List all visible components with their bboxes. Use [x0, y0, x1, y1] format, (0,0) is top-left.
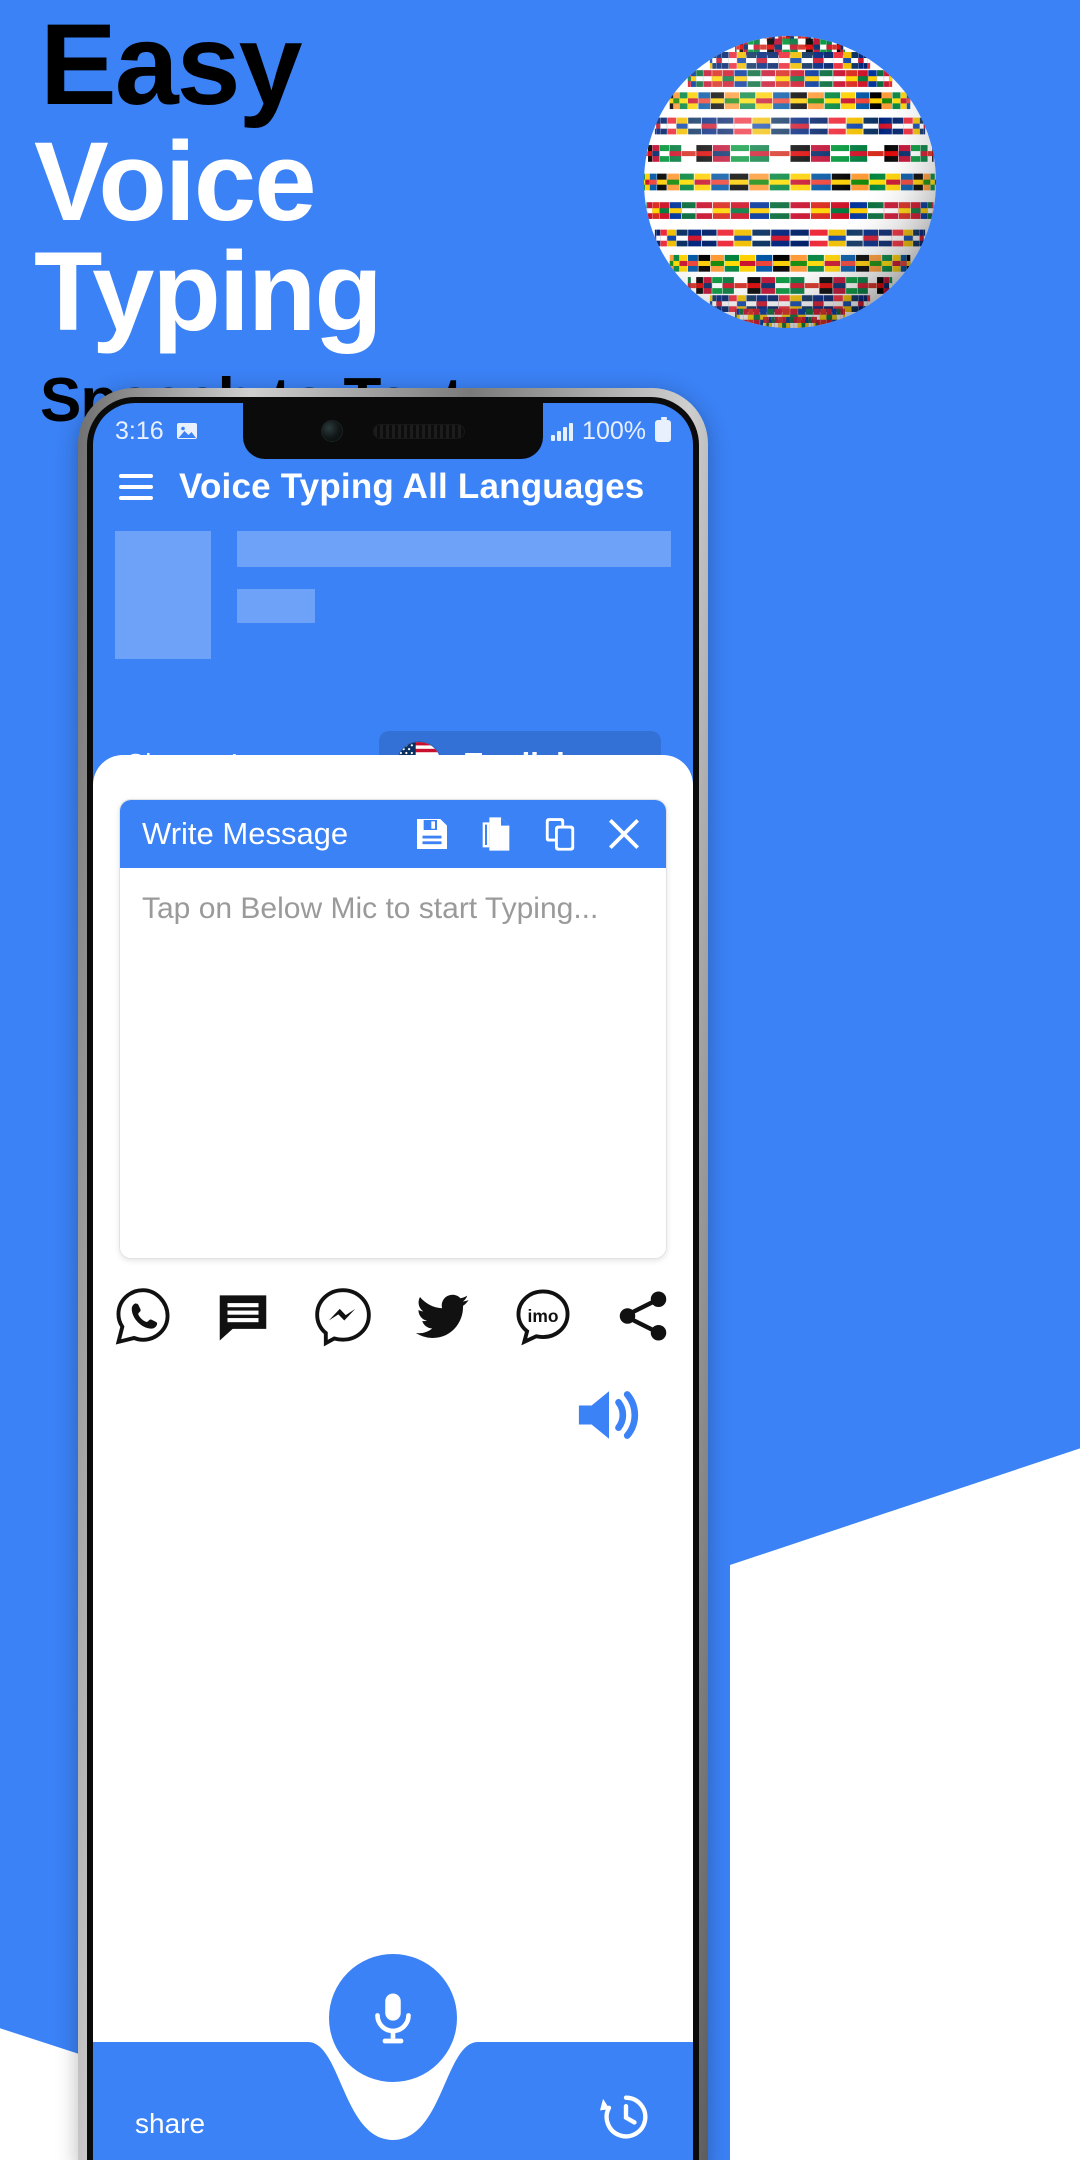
status-bar-right: 100%: [551, 417, 671, 446]
share-label: share: [135, 2108, 206, 2139]
svg-text:imo: imo: [528, 1306, 559, 1326]
promo-line-1: Easy: [40, 1, 303, 129]
imo-icon[interactable]: imo: [512, 1285, 574, 1347]
app-bar: Voice Typing All Languages: [93, 459, 693, 527]
phone-mockup: 3:16 100% Voice Typing All Languages Wri…: [78, 388, 708, 2160]
message-textarea[interactable]: Tap on Below Mic to start Typing...: [120, 868, 666, 1258]
microphone-icon: [375, 1993, 411, 2044]
content-sheet: Write Message Tap on Below Mic to start …: [93, 755, 693, 2160]
card-actions: [412, 814, 644, 854]
skeleton-line-wide: [237, 531, 671, 567]
ad-skeleton-placeholder: [93, 527, 693, 659]
status-time: 3:16: [115, 416, 164, 445]
write-message-card: Write Message Tap on Below Mic to start …: [119, 799, 667, 1259]
card-header: Write Message: [120, 800, 666, 868]
skeleton-line-small: [237, 589, 315, 623]
card-title: Write Message: [142, 816, 349, 851]
world-flags-globe-icon: [600, 14, 1070, 414]
image-icon: [176, 423, 197, 439]
history-clock-icon[interactable]: [597, 2088, 655, 2146]
hamburger-menu-icon[interactable]: [119, 474, 153, 500]
phone-screen: 3:16 100% Voice Typing All Languages Wri…: [93, 403, 693, 2160]
new-file-icon[interactable]: [476, 814, 516, 854]
signal-bars-icon: [551, 421, 574, 441]
status-bar: 3:16 100%: [93, 403, 693, 459]
messenger-icon[interactable]: [312, 1285, 374, 1347]
close-icon[interactable]: [604, 814, 644, 854]
message-placeholder: Tap on Below Mic to start Typing...: [142, 892, 599, 925]
skeleton-lines: [237, 531, 671, 659]
promo-headline: Easy Voice Typing Speech to Text: [34, 1, 654, 436]
copy-icon[interactable]: [540, 814, 580, 854]
status-bar-left: 3:16: [115, 417, 199, 446]
whatsapp-icon[interactable]: [112, 1285, 174, 1347]
battery-full-icon: [655, 417, 671, 442]
page-title: Voice Typing All Languages: [179, 467, 645, 506]
globe-svg: [644, 36, 936, 328]
promo-line-2: Voice: [34, 118, 317, 244]
microphone-button[interactable]: [329, 1954, 457, 2082]
speaker-volume-icon[interactable]: [569, 1377, 649, 1453]
phone-bezel: 3:16 100% Voice Typing All Languages Wri…: [87, 397, 699, 2160]
decor-wedge-right: [730, 1445, 1080, 2160]
promo-line-3: Typing: [34, 229, 383, 355]
share-icon[interactable]: [612, 1285, 674, 1347]
sms-icon[interactable]: [212, 1285, 274, 1347]
save-icon[interactable]: [412, 814, 452, 854]
twitter-icon[interactable]: [412, 1285, 474, 1347]
skeleton-thumb: [115, 531, 211, 659]
share-icons-row: imo: [93, 1285, 693, 1347]
battery-percent: 100%: [582, 416, 646, 445]
promo-screenshot: Easy Voice Typing Speech to Text: [0, 0, 1080, 2160]
